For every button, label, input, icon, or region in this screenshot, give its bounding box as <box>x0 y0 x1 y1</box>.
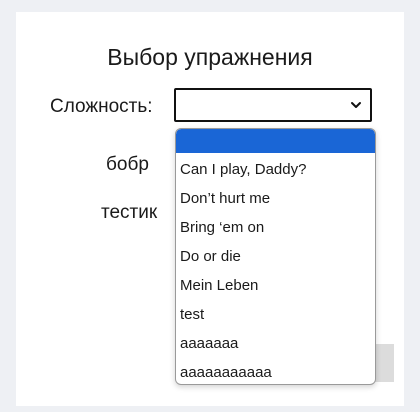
difficulty-dropdown-list[interactable]: Can I play, Daddy? Don’t hurt me Bring ‘… <box>175 128 376 385</box>
dropdown-option[interactable]: aaaaaaa <box>176 329 375 358</box>
page-title: Выбор упражнения <box>107 44 313 70</box>
dropdown-option[interactable]: test <box>176 300 375 329</box>
dropdown-option[interactable]: Don’t hurt me <box>176 184 375 213</box>
difficulty-select[interactable] <box>174 88 372 122</box>
bobr-label: бобр <box>106 154 149 175</box>
dropdown-option[interactable]: aaaaaaaaaaa <box>176 358 375 384</box>
dropdown-option[interactable]: Can I play, Daddy? <box>176 155 375 184</box>
dropdown-option[interactable]: Do or die <box>176 242 375 271</box>
chevron-down-icon <box>351 102 361 108</box>
testik-label: тестик <box>101 202 158 223</box>
dropdown-option-empty[interactable] <box>176 129 375 153</box>
difficulty-label: Сложность: <box>50 96 153 117</box>
dropdown-option[interactable]: Mein Leben <box>176 271 375 300</box>
dropdown-option[interactable]: Bring ‘em on <box>176 213 375 242</box>
